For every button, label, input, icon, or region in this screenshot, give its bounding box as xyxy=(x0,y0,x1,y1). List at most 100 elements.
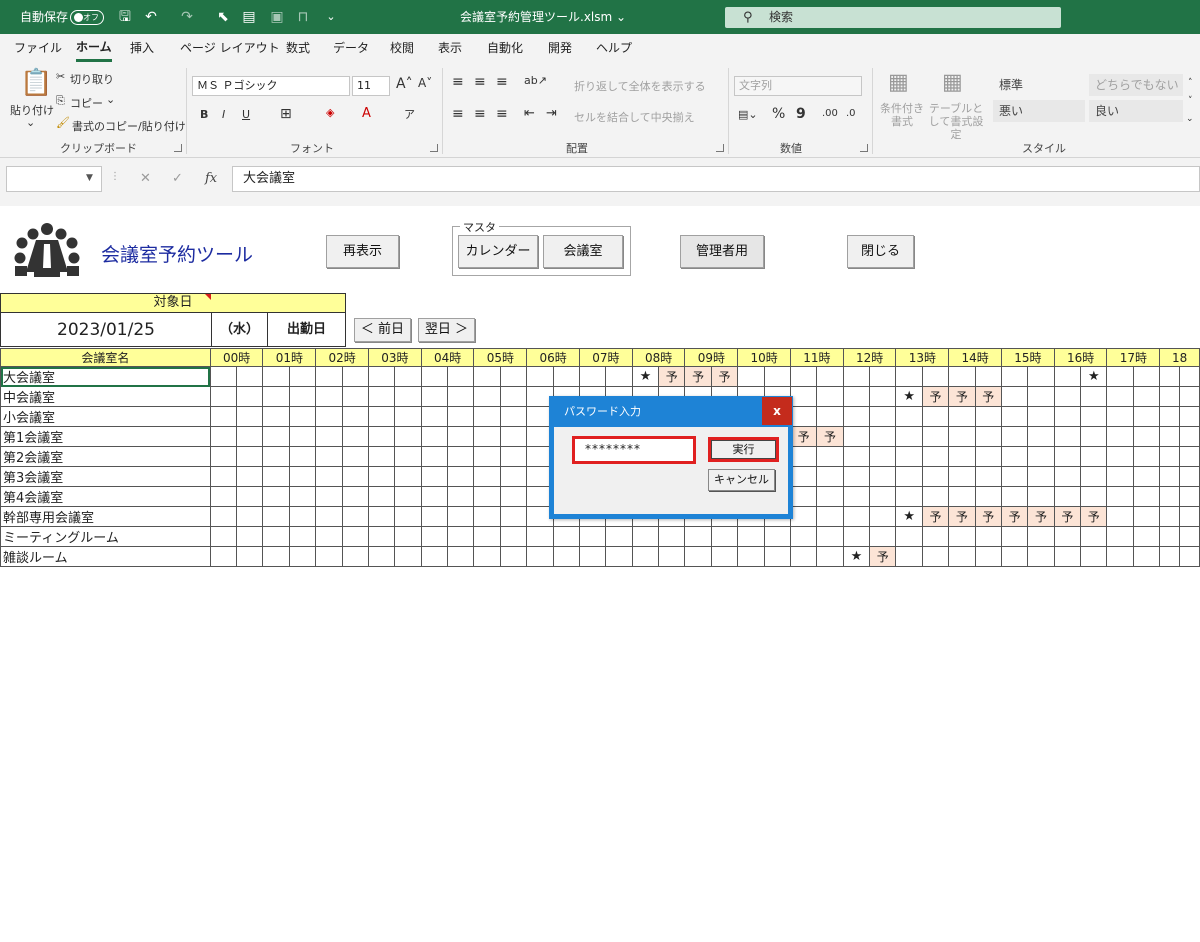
slot-cell[interactable] xyxy=(236,526,264,547)
slot-cell[interactable] xyxy=(1000,366,1029,387)
fill-color-icon[interactable]: ◈ xyxy=(326,106,334,119)
slot-cell[interactable] xyxy=(974,366,1002,387)
slot-cell[interactable] xyxy=(315,386,343,407)
slot-cell[interactable] xyxy=(948,426,976,447)
calendar-button[interactable]: カレンダー xyxy=(458,235,538,268)
styles-more-icon[interactable]: ⌄ xyxy=(1186,114,1194,124)
slot-cell[interactable] xyxy=(473,366,501,387)
slot-cell[interactable] xyxy=(1000,446,1029,467)
slot-cell[interactable] xyxy=(341,446,369,467)
slot-cell[interactable] xyxy=(789,386,818,407)
slot-cell[interactable] xyxy=(288,426,317,447)
slot-cell[interactable] xyxy=(1132,526,1161,547)
slot-cell[interactable] xyxy=(420,426,449,447)
tab-home[interactable]: ホーム xyxy=(76,34,112,62)
slot-cell[interactable] xyxy=(1106,446,1134,467)
slot-cell[interactable] xyxy=(631,546,660,567)
slot-cell[interactable] xyxy=(367,486,396,507)
slot-cell[interactable] xyxy=(288,526,317,547)
slot-cell[interactable] xyxy=(1027,526,1055,547)
room-name-cell[interactable]: 大会議室 xyxy=(0,366,211,387)
slot-cell[interactable] xyxy=(341,526,369,547)
copy-dropdown-icon[interactable]: ⌄ xyxy=(106,93,115,106)
slot-cell[interactable] xyxy=(1178,526,1200,547)
slot-cell[interactable] xyxy=(315,366,343,387)
reservation-cell[interactable]: 予 xyxy=(710,366,739,387)
style-normal[interactable]: 標準 xyxy=(993,74,1085,96)
slot-cell[interactable] xyxy=(842,466,871,487)
slot-cell[interactable] xyxy=(209,506,238,527)
slot-cell[interactable] xyxy=(816,526,844,547)
reservation-cell[interactable]: 予 xyxy=(684,366,712,387)
slot-cell[interactable] xyxy=(1159,526,1180,547)
slot-cell[interactable] xyxy=(236,386,264,407)
slot-cell[interactable] xyxy=(288,486,317,507)
slot-cell[interactable] xyxy=(1080,426,1108,447)
slot-cell[interactable] xyxy=(1027,546,1055,567)
slot-cell[interactable] xyxy=(974,406,1002,427)
slot-cell[interactable] xyxy=(1053,466,1082,487)
slot-cell[interactable] xyxy=(209,486,238,507)
slot-cell[interactable] xyxy=(447,386,475,407)
reservation-cell[interactable]: 予 xyxy=(948,506,976,527)
slot-cell[interactable] xyxy=(262,546,290,567)
slot-cell[interactable] xyxy=(921,366,950,387)
slot-cell[interactable] xyxy=(420,366,449,387)
bold-icon[interactable]: B xyxy=(200,108,208,121)
slot-cell[interactable] xyxy=(1159,466,1180,487)
slot-cell[interactable] xyxy=(262,526,290,547)
slot-cell[interactable] xyxy=(816,366,844,387)
slot-cell[interactable] xyxy=(447,446,475,467)
number-format-select[interactable]: 文字列 xyxy=(734,76,862,96)
form-icon[interactable]: ▤ xyxy=(240,8,258,26)
slot-cell[interactable] xyxy=(341,546,369,567)
autosave-toggle[interactable]: オフ xyxy=(70,10,104,25)
slot-cell[interactable] xyxy=(341,486,369,507)
slot-cell[interactable] xyxy=(763,366,791,387)
slot-cell[interactable] xyxy=(315,426,343,447)
slot-cell[interactable] xyxy=(1178,406,1200,427)
slot-cell[interactable] xyxy=(315,406,343,427)
slot-cell[interactable] xyxy=(420,386,449,407)
slot-cell[interactable] xyxy=(236,506,264,527)
slot-cell[interactable] xyxy=(236,466,264,487)
slot-cell[interactable] xyxy=(315,526,343,547)
slot-cell[interactable] xyxy=(367,466,396,487)
slot-cell[interactable] xyxy=(842,386,871,407)
slot-cell[interactable] xyxy=(1027,486,1055,507)
slot-cell[interactable] xyxy=(367,546,396,567)
slot-cell[interactable] xyxy=(473,406,501,427)
slot-cell[interactable] xyxy=(921,526,950,547)
tab-formulas[interactable]: 数式 xyxy=(286,34,310,62)
slot-cell[interactable] xyxy=(869,506,897,527)
undo-icon[interactable]: ↶ xyxy=(142,8,160,26)
slot-cell[interactable] xyxy=(816,486,844,507)
slot-cell[interactable] xyxy=(473,446,501,467)
font-color-icon[interactable]: A xyxy=(362,106,371,121)
slot-cell[interactable] xyxy=(447,406,475,427)
increase-decimal-icon[interactable]: .00 xyxy=(822,108,838,119)
slot-cell[interactable] xyxy=(1132,506,1161,527)
slot-cell[interactable] xyxy=(288,506,317,527)
slot-cell[interactable] xyxy=(1080,446,1108,467)
slot-cell[interactable] xyxy=(1178,426,1200,447)
slot-cell[interactable] xyxy=(499,466,528,487)
slot-cell[interactable] xyxy=(842,426,871,447)
slot-cell[interactable] xyxy=(315,446,343,467)
slot-cell[interactable] xyxy=(262,386,290,407)
increase-font-icon[interactable]: A˄ xyxy=(396,76,413,92)
room-name-cell[interactable]: 幹部専用会議室 xyxy=(0,506,211,527)
clipboard-dialog-launcher[interactable] xyxy=(174,144,182,152)
cut-button[interactable]: 切り取り xyxy=(70,71,114,87)
slot-cell[interactable] xyxy=(209,526,238,547)
slot-cell[interactable] xyxy=(1178,486,1200,507)
slot-cell[interactable] xyxy=(842,446,871,467)
number-dialog-launcher[interactable] xyxy=(860,144,868,152)
slot-cell[interactable] xyxy=(1159,386,1180,407)
slot-cell[interactable] xyxy=(1053,546,1082,567)
align-right-icon[interactable]: ≡ xyxy=(496,106,508,122)
slot-cell[interactable] xyxy=(1159,366,1180,387)
room-name-cell[interactable]: 第3会議室 xyxy=(0,466,211,487)
slot-cell[interactable] xyxy=(447,486,475,507)
cancel-icon[interactable]: ✕ xyxy=(140,171,151,186)
